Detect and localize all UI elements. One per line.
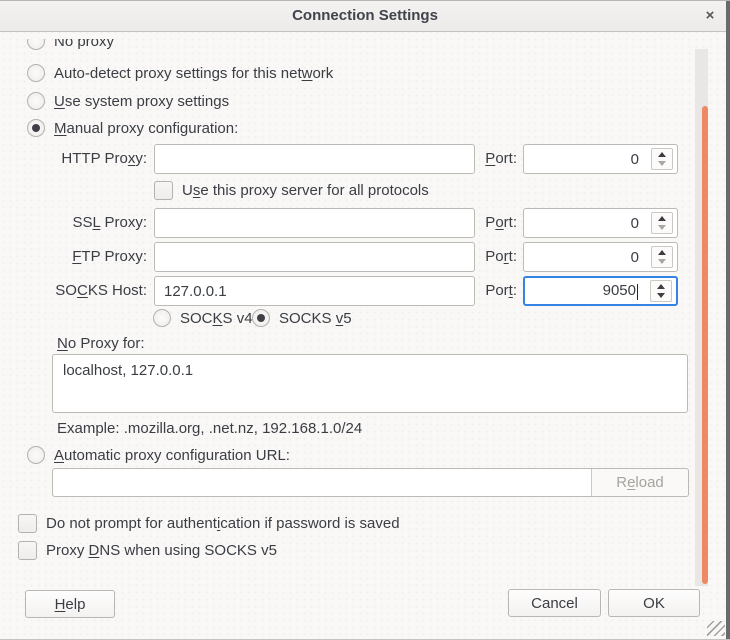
ssl-proxy-label: SSL Proxy: (0, 208, 147, 238)
arrow-up-icon[interactable] (657, 284, 665, 289)
socks-port-label: Port: (455, 276, 517, 306)
radio-auto-detect-label: Auto-detect proxy settings for this netw… (54, 65, 333, 82)
radio-use-system[interactable] (27, 92, 45, 110)
radio-auto-detect[interactable] (27, 64, 45, 82)
socks-host-field[interactable] (154, 276, 475, 306)
radio-socks-v5-label: SOCKS v5 (279, 310, 352, 327)
example-text: Example: .mozilla.org, .net.nz, 192.168.… (57, 418, 362, 440)
socks-v4-row: SOCKS v4 (153, 307, 253, 329)
radio-row-auto-detect: Auto-detect proxy settings for this netw… (27, 62, 333, 84)
share-protocols-checkbox[interactable] (154, 181, 173, 200)
socks-v5-row: SOCKS v5 (252, 307, 352, 329)
cancel-button-label: Cancel (531, 595, 578, 612)
arrow-down-icon[interactable] (657, 293, 665, 298)
titlebar[interactable]: Connection Settings × (0, 1, 730, 32)
spinner-arrows (650, 280, 672, 302)
checkbox-proxy-dns-label: Proxy DNS when using SOCKS v5 (46, 542, 277, 559)
resize-grip-icon[interactable] (707, 621, 725, 636)
connection-settings-dialog: Connection Settings × No proxy Auto-dete… (0, 0, 730, 640)
no-proxy-textarea[interactable]: localhost, 127.0.0.1 (52, 354, 688, 413)
help-button[interactable]: Help (25, 590, 115, 618)
socks-port-value: 9050 (603, 282, 644, 299)
ftp-port-value: 0 (631, 249, 645, 266)
window-title: Connection Settings (0, 1, 730, 31)
radio-no-proxy-label: No proxy (54, 39, 114, 50)
ftp-proxy-label: FTP Proxy: (0, 242, 147, 272)
radio-no-proxy[interactable] (27, 39, 45, 50)
ok-button-label: OK (643, 595, 665, 612)
spinner-arrows (651, 212, 673, 234)
ssl-port-label: Port: (455, 208, 517, 238)
checkbox-proxy-dns[interactable] (18, 541, 37, 560)
checkbox-no-prompt-auth-label: Do not prompt for authentication if pass… (46, 515, 400, 532)
ssl-port-spinner[interactable]: 0 (523, 208, 678, 238)
radio-auto-url-label: Automatic proxy configuration URL: (54, 447, 290, 464)
radio-auto-url[interactable] (27, 446, 45, 464)
reload-button[interactable]: Reload (591, 469, 688, 496)
spinner-arrows (651, 148, 673, 170)
socks-host-label: SOCKS Host: (0, 276, 147, 306)
no-proxy-for-label: No Proxy for: (57, 333, 145, 355)
ssl-proxy-field[interactable] (154, 208, 475, 238)
text-cursor (637, 284, 638, 300)
auto-url-field[interactable] (53, 469, 591, 496)
arrow-up-icon[interactable] (658, 216, 666, 221)
radio-use-system-label: Use system proxy settings (54, 93, 229, 110)
checkbox-no-prompt-auth[interactable] (18, 514, 37, 533)
radio-manual[interactable] (27, 119, 45, 137)
close-icon: × (706, 7, 715, 24)
spinner-arrows (651, 246, 673, 268)
share-protocols-label: Use this proxy server for all protocols (182, 182, 429, 199)
http-port-value: 0 (631, 151, 645, 168)
reload-button-label: Reload (616, 474, 664, 491)
radio-socks-v5[interactable] (252, 309, 270, 327)
scroll-clipped-row: No proxy (0, 39, 690, 53)
proxy-dns-row: Proxy DNS when using SOCKS v5 (18, 539, 277, 561)
radio-row-manual: Manual proxy configuration: (27, 117, 238, 139)
arrow-down-icon[interactable] (658, 259, 666, 264)
window-right-edge (726, 1, 730, 640)
radio-row-use-system: Use system proxy settings (27, 90, 229, 112)
radio-socks-v4-label: SOCKS v4 (180, 310, 253, 327)
share-protocols-row: Use this proxy server for all protocols (154, 179, 429, 201)
radio-socks-v4[interactable] (153, 309, 171, 327)
ftp-proxy-field[interactable] (154, 242, 475, 272)
http-proxy-label: HTTP Proxy: (0, 144, 147, 174)
ftp-port-label: Port: (455, 242, 517, 272)
arrow-up-icon[interactable] (658, 250, 666, 255)
http-proxy-field[interactable] (154, 144, 475, 174)
arrow-down-icon[interactable] (658, 225, 666, 230)
auto-url-group: Reload (52, 468, 689, 497)
http-port-label: Port: (455, 144, 517, 174)
close-button[interactable]: × (698, 1, 722, 31)
ok-button[interactable]: OK (608, 589, 700, 617)
ssl-port-value: 0 (631, 215, 645, 232)
help-button-label: Help (55, 596, 86, 613)
socks-port-spinner[interactable]: 9050 (523, 276, 678, 306)
scrollbar-thumb[interactable] (702, 106, 708, 584)
auto-url-row: Automatic proxy configuration URL: (27, 444, 290, 466)
ftp-port-spinner[interactable]: 0 (523, 242, 678, 272)
radio-manual-label: Manual proxy configuration: (54, 120, 238, 137)
no-prompt-auth-row: Do not prompt for authentication if pass… (18, 512, 400, 534)
http-port-spinner[interactable]: 0 (523, 144, 678, 174)
arrow-up-icon[interactable] (658, 152, 666, 157)
cancel-button[interactable]: Cancel (508, 589, 601, 617)
arrow-down-icon[interactable] (658, 161, 666, 166)
